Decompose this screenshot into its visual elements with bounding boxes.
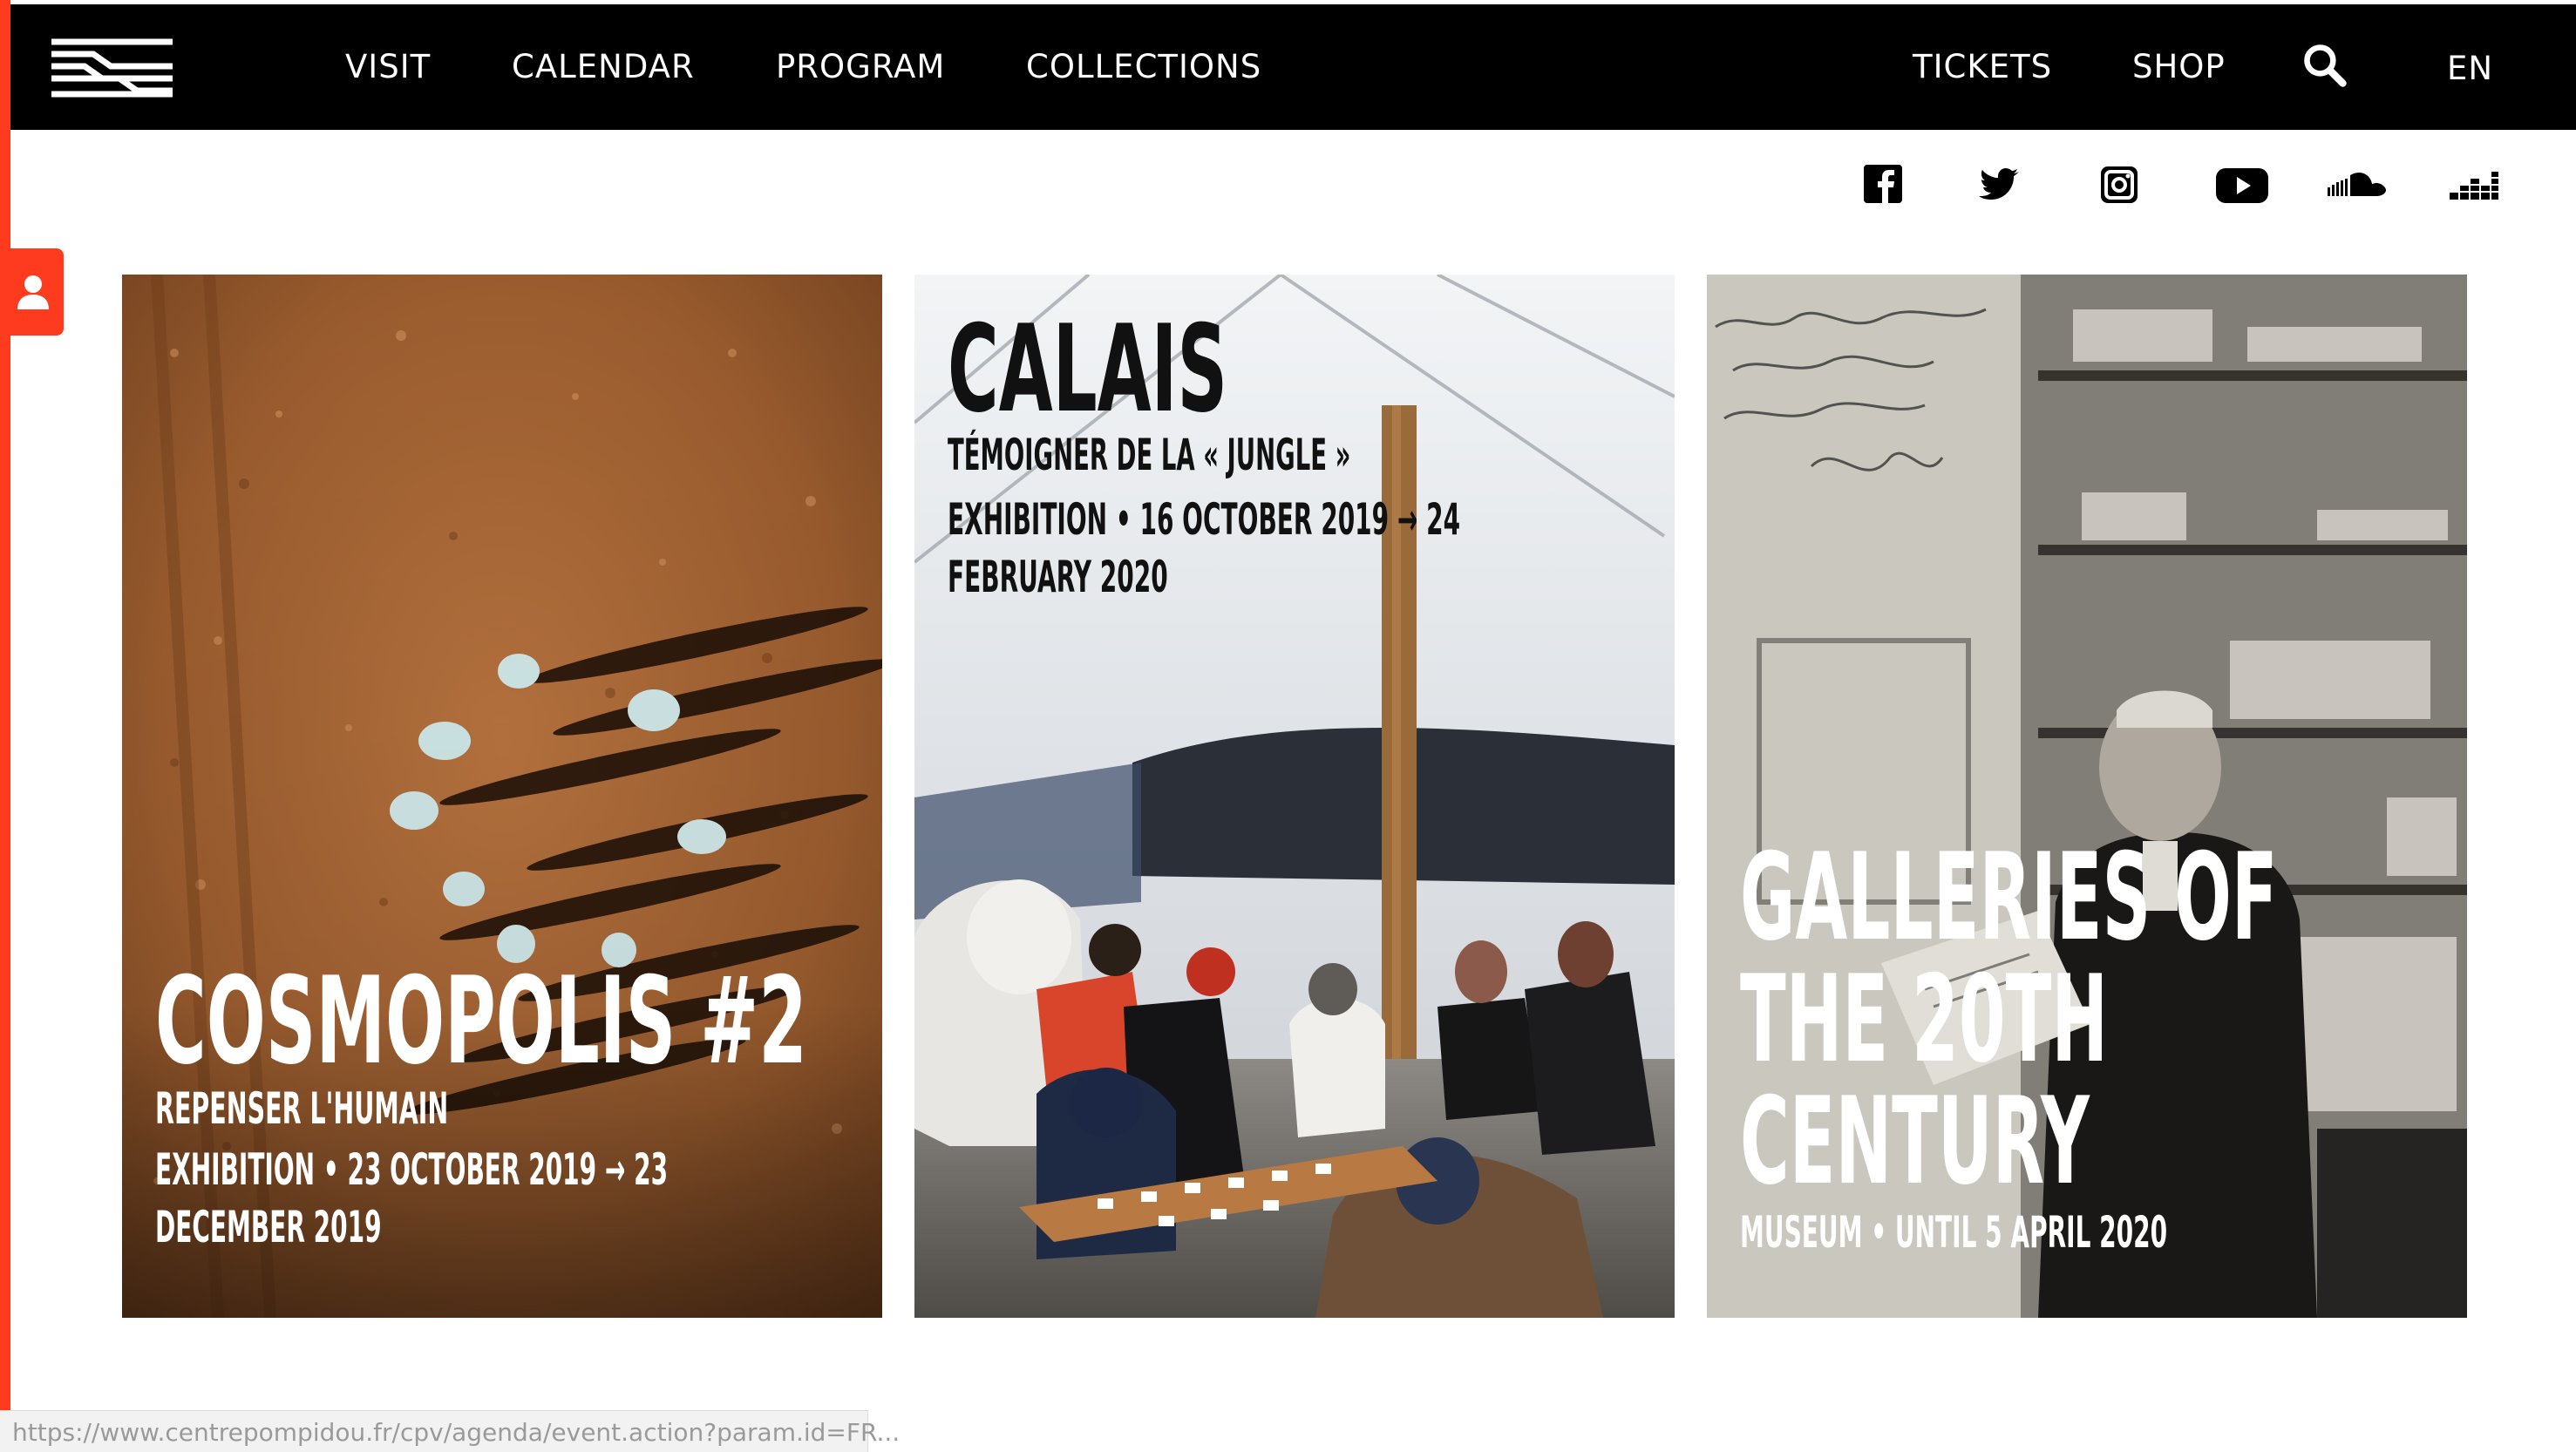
- status-url: https://www.centrepompidou.fr/cpv/agenda…: [12, 1418, 901, 1447]
- twitter-icon[interactable]: [1975, 161, 2024, 210]
- search-icon[interactable]: [2299, 41, 2351, 90]
- card-date-line-2: FEBRUARY 2020: [948, 552, 1168, 602]
- event-card-galleries[interactable]: GALLERIES OF THE 20TH CENTURY MUSEUM • U…: [1707, 275, 2467, 1318]
- nav-calendar[interactable]: CALENDAR: [512, 48, 695, 85]
- soundcloud-icon[interactable]: [2326, 161, 2389, 210]
- nav-program[interactable]: PROGRAM: [776, 48, 945, 85]
- user-icon: [17, 275, 49, 309]
- card-title-line-2: THE 20TH: [1740, 949, 2109, 1089]
- account-side-tab[interactable]: [0, 248, 64, 336]
- cosmopolis-text-block: COSMOPOLIS #2 REPENSER L'HUMAIN EXHIBITI…: [155, 961, 882, 1256]
- card-title-line-1: GALLERIES OF: [1740, 827, 2278, 967]
- card-subtitle: MUSEUM • UNTIL 5 APRIL 2020: [1740, 1207, 2168, 1258]
- language-switch[interactable]: EN: [2447, 50, 2493, 87]
- nav-collections[interactable]: COLLECTIONS: [1026, 48, 1261, 85]
- instagram-icon[interactable]: [2096, 161, 2144, 210]
- card-date-line-2: DECEMBER 2019: [155, 1202, 382, 1252]
- event-card-calais[interactable]: CALAIS TÉMOIGNER DE LA « JUNGLE » EXHIBI…: [914, 275, 1675, 1318]
- card-subtitle: REPENSER L'HUMAIN: [155, 1083, 449, 1134]
- card-title: COSMOPOLIS #2: [155, 951, 807, 1091]
- main-navbar: VISIT CALENDAR PROGRAM COLLECTIONS TICKE…: [10, 4, 2576, 130]
- card-date-line: EXHIBITION • 23 OCTOBER 2019 → 23: [155, 1144, 669, 1195]
- calais-text-block: CALAIS TÉMOIGNER DE LA « JUNGLE » EXHIBI…: [948, 309, 1675, 606]
- galleries-text-block: GALLERIES OF THE 20TH CENTURY MUSEUM • U…: [1740, 838, 2467, 1261]
- centre-pompidou-logo[interactable]: [50, 37, 174, 100]
- browser-status-bar: https://www.centrepompidou.fr/cpv/agenda…: [0, 1410, 900, 1452]
- facebook-icon[interactable]: [1860, 161, 1909, 210]
- nav-shop[interactable]: SHOP: [2132, 48, 2226, 85]
- deezer-icon[interactable]: [2448, 161, 2500, 210]
- nav-visit[interactable]: VISIT: [345, 48, 431, 85]
- card-date-line: EXHIBITION • 16 OCTOBER 2019 → 24: [948, 494, 1461, 545]
- accent-strip: [0, 0, 10, 1452]
- card-subtitle: TÉMOIGNER DE LA « JUNGLE »: [948, 430, 1351, 480]
- card-title-line-3: CENTURY: [1740, 1071, 2090, 1211]
- youtube-icon[interactable]: [2214, 161, 2270, 210]
- card-title: CALAIS: [948, 299, 1228, 439]
- nav-tickets[interactable]: TICKETS: [1913, 48, 2052, 85]
- event-card-cosmopolis[interactable]: COSMOPOLIS #2 REPENSER L'HUMAIN EXHIBITI…: [122, 275, 882, 1318]
